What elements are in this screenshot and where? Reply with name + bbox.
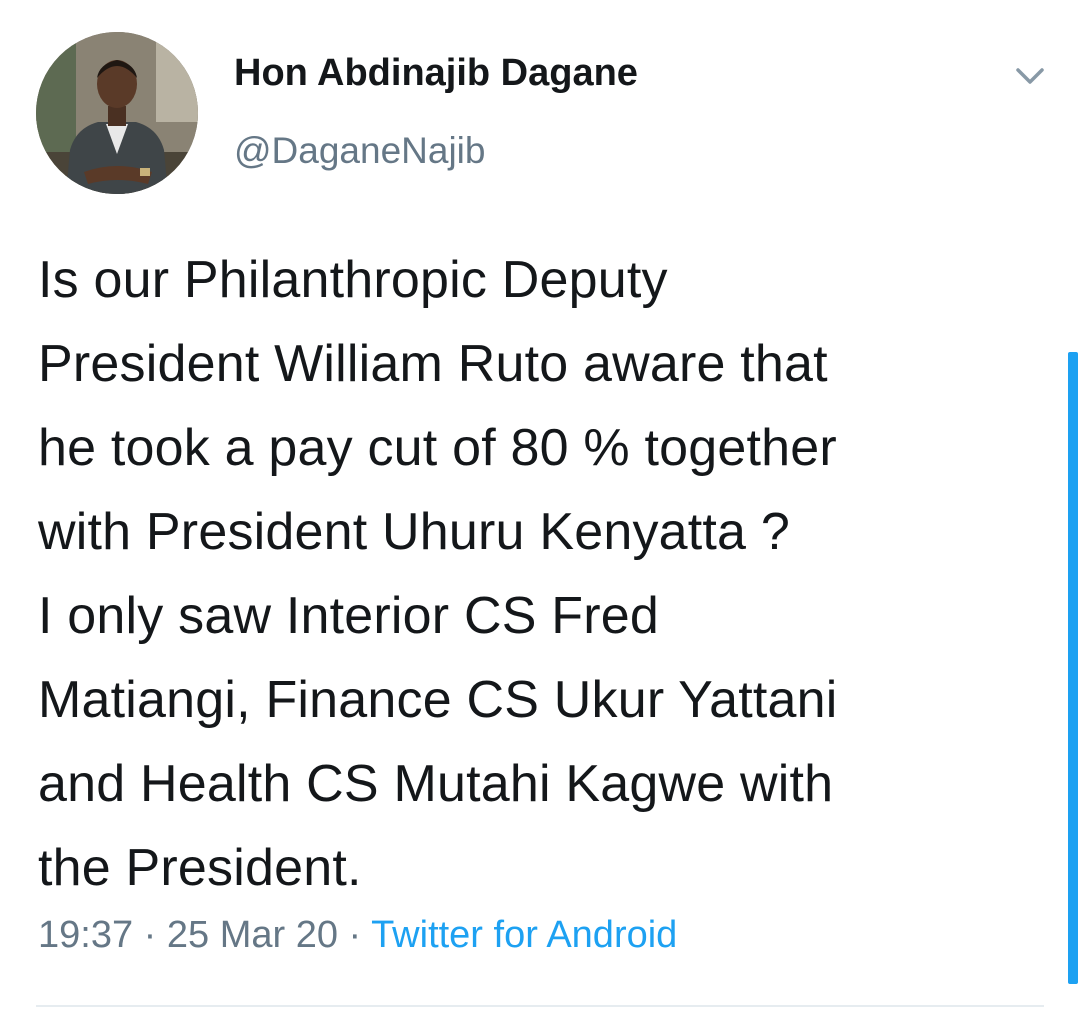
tweet-text-line: Matiangi, Finance CS Ukur Yattani xyxy=(38,671,838,729)
author-handle[interactable]: @DaganeNajib xyxy=(234,130,485,172)
chevron-down-icon xyxy=(1016,68,1044,84)
profile-photo xyxy=(36,32,198,194)
meta-separator: · xyxy=(337,914,372,956)
tweet-time: 19:37 xyxy=(38,914,134,956)
tweet-text-line: and Health CS Mutahi Kagwe with xyxy=(38,755,834,813)
tweet-text: Is our Philanthropic Deputy President Wi… xyxy=(38,238,1048,910)
tweet-text-line: he took a pay cut of 80 % together xyxy=(38,419,837,477)
tweet-text-line: with President Uhuru Kenyatta ? xyxy=(38,503,790,561)
tweet-text-line: Is our Philanthropic Deputy xyxy=(38,251,668,309)
tweet-source-link[interactable]: Twitter for Android xyxy=(371,914,677,956)
avatar[interactable] xyxy=(36,32,198,194)
tweet-date: 25 Mar 20 xyxy=(166,914,338,956)
tweet-text-line: the President. xyxy=(38,839,362,897)
tweet-text-line: I only saw Interior CS Fred xyxy=(38,587,659,645)
tweet-text-line: President William Ruto aware that xyxy=(38,335,828,393)
tweet-menu-button[interactable] xyxy=(1010,58,1050,94)
author-name[interactable]: Hon Abdinajib Dagane xyxy=(234,52,638,95)
scrollbar[interactable] xyxy=(1068,352,1078,984)
divider xyxy=(36,1005,1044,1007)
tweet-meta: 19:37 · 25 Mar 20 · Twitter for Android xyxy=(38,914,677,957)
meta-separator: · xyxy=(133,914,167,956)
